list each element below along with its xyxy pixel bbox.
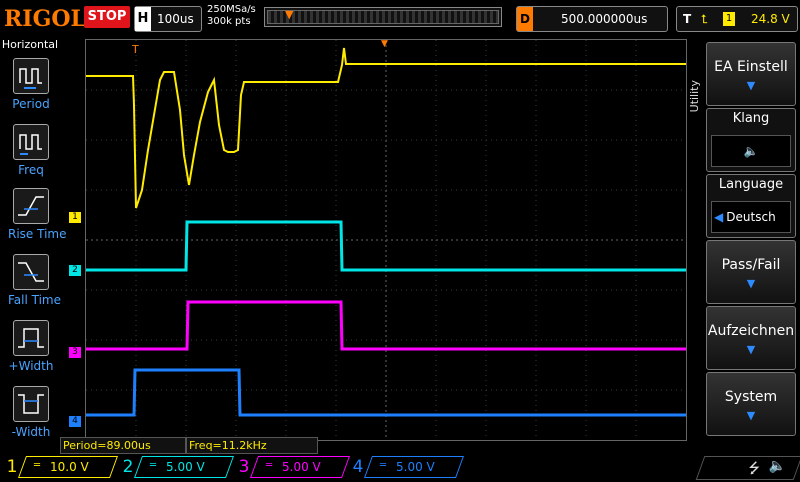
trigger-box[interactable]: T ⮤ 1 24.8 V (676, 6, 798, 32)
language-control[interactable]: Language ◀ Deutsch (706, 174, 796, 238)
ch4-status[interactable]: 4 ═ 5.00 V (350, 456, 465, 478)
delay-value: 500.000000us (561, 12, 648, 26)
trigger-position-icon: ▼ (285, 8, 294, 21)
system-label: System (724, 389, 778, 405)
klang-label: Klang (732, 111, 770, 126)
horizontal-measure-panel: Horizontal Period Freq Rise Time Fall Ti… (0, 36, 67, 454)
language-value-box[interactable]: ◀ Deutsch (711, 201, 791, 233)
chevron-down-icon: ▼ (746, 409, 756, 422)
system-button[interactable]: System ▼ (706, 372, 796, 436)
sample-info: 250MSa/s 300k pts (207, 4, 256, 28)
freq-measure-icon (13, 124, 49, 160)
fall-time-label: Fall Time (8, 293, 62, 307)
chevron-down-icon: ▼ (746, 277, 756, 290)
measure-freq-button[interactable]: Freq (8, 124, 54, 177)
measure-rise-time-button[interactable]: Rise Time (8, 188, 67, 241)
speaker-icon[interactable]: 🔈 (711, 135, 791, 167)
dc-coupling-icon: ═ (380, 460, 387, 471)
trigger-level: 24.8 V (751, 12, 790, 26)
speaker-icon[interactable]: 🔈 (769, 458, 786, 474)
utility-menu: Utility EA Einstell ▼ Klang 🔈 Language ◀… (686, 36, 800, 454)
pass-fail-label: Pass/Fail (721, 257, 781, 273)
measure-fall-time-button[interactable]: Fall Time (8, 254, 62, 307)
delay-label: D (517, 7, 533, 31)
language-value: Deutsch (726, 210, 776, 224)
chevron-left-icon: ◀ (714, 210, 724, 224)
center-axes (86, 40, 686, 440)
fall-time-icon (13, 254, 49, 290)
klang-control[interactable]: Klang 🔈 (706, 108, 796, 172)
positive-width-icon (13, 320, 49, 356)
waveform-display[interactable]: T ▼ (85, 39, 687, 441)
measure-period-button[interactable]: Period (8, 58, 54, 111)
usb-icon: ⭍ (748, 461, 760, 477)
memory-bar: ▼ (264, 7, 502, 27)
panel-title: Horizontal (1, 38, 59, 51)
dc-coupling-icon: ═ (266, 460, 273, 471)
measure-negative-width-button[interactable]: -Width (8, 386, 54, 439)
sample-rate: 250MSa/s (207, 4, 256, 15)
ch2-offset-marker[interactable]: 2 (69, 265, 81, 276)
negative-width-label: -Width (11, 425, 51, 439)
timebase-value: 100us (157, 12, 194, 26)
timebase-box[interactable]: H 100us (134, 6, 202, 32)
rising-edge-icon: ⮤ (701, 12, 709, 26)
freq-measurement: Freq=11.2kHz (186, 437, 318, 454)
memory-window (267, 10, 499, 24)
center-marker-icon: ▼ (381, 40, 388, 49)
ea-einstell-button[interactable]: EA Einstell ▼ (706, 42, 796, 106)
ch1-number: 1 (6, 457, 18, 477)
period-measure-icon (13, 58, 49, 94)
rise-time-label: Rise Time (8, 227, 67, 241)
delay-box[interactable]: D 500.000000us (516, 6, 668, 32)
ch3-scale: 5.00 V (282, 460, 321, 474)
rise-time-icon (13, 188, 49, 224)
utility-label: Utility (688, 80, 701, 113)
dc-coupling-icon: ═ (150, 460, 157, 471)
memory-depth: 300k pts (207, 16, 251, 27)
trigger-position-marker-icon: T (131, 43, 139, 56)
waveform-svg: T ▼ (86, 40, 686, 440)
ch4-offset-marker[interactable]: 4 (69, 416, 81, 427)
channel-bar: 1 ═ 10.0 V 2 ═ 5.00 V 3 ═ 5.00 V 4 ═ 5.0… (0, 454, 800, 480)
ch3-offset-marker[interactable]: 3 (69, 347, 81, 358)
ch4-number: 4 (352, 457, 364, 477)
ea-einstell-label: EA Einstell (714, 59, 788, 75)
pass-fail-button[interactable]: Pass/Fail ▼ (706, 240, 796, 304)
trigger-source: 1 (723, 12, 735, 26)
measure-positive-width-button[interactable]: +Width (8, 320, 54, 373)
ch4-scale: 5.00 V (396, 460, 435, 474)
period-label: Period (12, 97, 50, 111)
brand-logo: RIGOL (4, 6, 86, 32)
ch2-scale: 5.00 V (166, 460, 205, 474)
run-stop-status[interactable]: STOP (84, 6, 130, 28)
negative-width-icon (13, 386, 49, 422)
freq-label: Freq (18, 163, 44, 177)
timebase-label: H (135, 7, 151, 31)
top-status-bar: RIGOL STOP H 100us 250MSa/s 300k pts ▼ D… (0, 0, 800, 36)
ch1-status[interactable]: 1 ═ 10.0 V (4, 456, 119, 478)
ch3-status[interactable]: 3 ═ 5.00 V (236, 456, 351, 478)
period-measurement: Period=89.00us (60, 437, 186, 454)
aufzeichnen-label: Aufzeichnen (707, 323, 795, 339)
language-label: Language (718, 177, 784, 192)
dc-coupling-icon: ═ (34, 460, 41, 471)
positive-width-label: +Width (8, 359, 54, 373)
chevron-down-icon: ▼ (746, 343, 756, 356)
ch2-number: 2 (122, 457, 134, 477)
ch3-number: 3 (238, 457, 250, 477)
ch1-scale: 10.0 V (50, 460, 89, 474)
chevron-down-icon: ▼ (746, 79, 756, 92)
ch2-status[interactable]: 2 ═ 5.00 V (120, 456, 235, 478)
ch1-offset-marker[interactable]: 1 (69, 212, 81, 223)
aufzeichnen-button[interactable]: Aufzeichnen ▼ (706, 306, 796, 370)
trigger-label: T (683, 12, 692, 26)
